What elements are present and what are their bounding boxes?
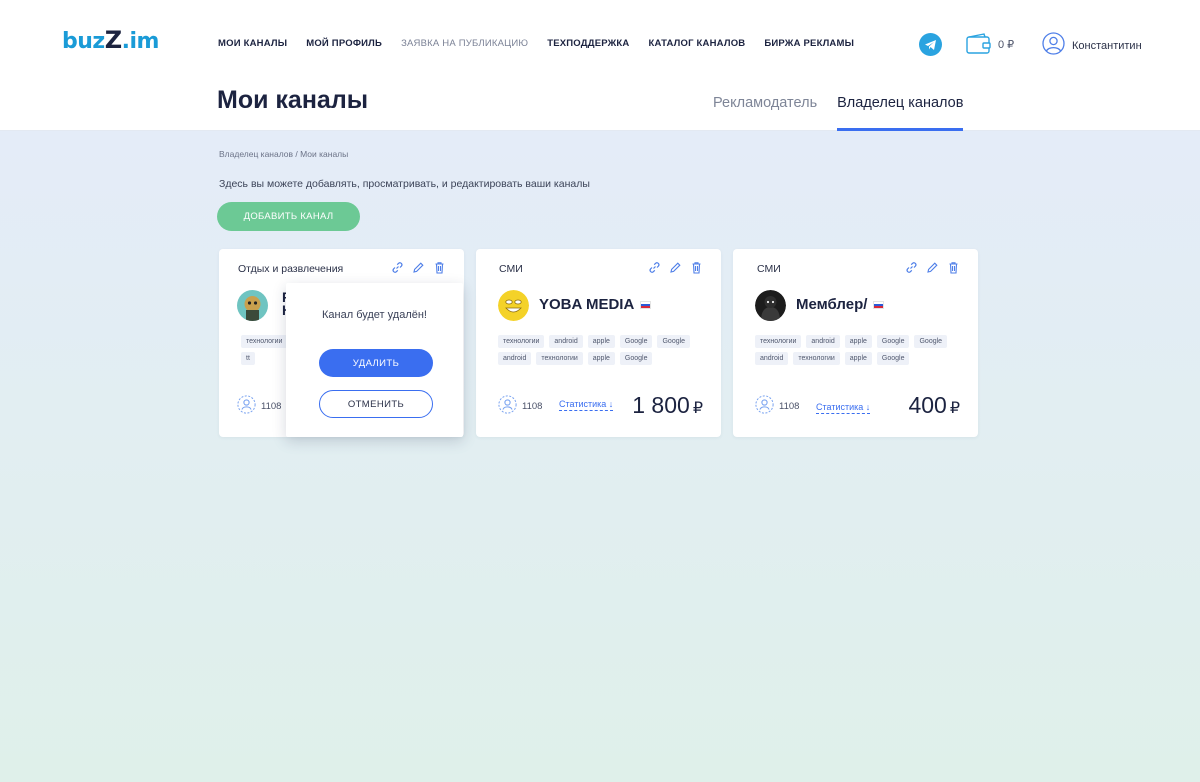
- link-icon[interactable]: [905, 261, 918, 279]
- channel-title: Мемблер/: [796, 296, 868, 313]
- subscribers-count: 1108: [261, 400, 282, 412]
- statistics-toggle[interactable]: Статистика ↓: [816, 402, 871, 414]
- tag: технологии: [793, 352, 840, 365]
- delete-confirm-popup: Канал будет удалён! УДАЛИТЬ ОТМЕНИТЬ: [286, 283, 463, 437]
- link-icon[interactable]: [391, 261, 404, 279]
- price-currency: ₽: [692, 400, 703, 417]
- tag: Google: [657, 335, 691, 348]
- statistics-toggle[interactable]: Статистика ↓: [559, 399, 614, 411]
- channel-title: YOBA MEDIA: [539, 296, 635, 313]
- edit-icon[interactable]: [926, 261, 939, 279]
- tag: Google: [619, 335, 653, 348]
- channel-category: Отдых и развлечения: [238, 263, 344, 275]
- channel-card: СМИ Мемблер/ технологии android apple Go…: [733, 249, 978, 437]
- tab-channel-owner[interactable]: Владелец каналов: [837, 95, 964, 131]
- logo-part-z: Z: [104, 26, 122, 54]
- logo-part-buz: buz: [62, 29, 105, 54]
- cancel-delete-button[interactable]: ОТМЕНИТЬ: [319, 390, 433, 418]
- main-nav: МОИ КАНАЛЫ МОЙ ПРОФИЛЬ ЗАЯВКА НА ПУБЛИКА…: [218, 38, 854, 49]
- telegram-icon[interactable]: [919, 33, 942, 56]
- price-value: 400: [908, 392, 947, 418]
- tag: технологии: [536, 352, 583, 365]
- nav-ad-exchange[interactable]: БИРЖА РЕКЛАМЫ: [764, 38, 854, 49]
- channel-name[interactable]: Мемблер/: [796, 296, 885, 313]
- tag: apple: [587, 352, 615, 365]
- delete-confirm-message: Канал будет удалён!: [322, 309, 427, 321]
- subscribers-icon: [755, 395, 774, 417]
- tag: android: [806, 335, 840, 348]
- tag: tt: [241, 352, 255, 365]
- balance-amount: 0 ₽: [998, 39, 1015, 51]
- edit-icon[interactable]: [669, 261, 682, 279]
- tag: apple: [844, 352, 872, 365]
- tag: android: [549, 335, 583, 348]
- breadcrumb[interactable]: Владелец каналов / Мои каналы: [219, 149, 348, 159]
- nav-my-channels[interactable]: МОИ КАНАЛЫ: [218, 38, 287, 49]
- channel-card: СМИ YOBA MEDIA технологии android apple …: [476, 249, 721, 437]
- channel-avatar: [498, 290, 529, 321]
- tag: Google: [876, 335, 910, 348]
- channel-avatar: [237, 290, 268, 321]
- subscribers-icon: [237, 395, 256, 417]
- subscribers: 1108: [237, 395, 281, 417]
- trash-icon[interactable]: [690, 261, 703, 279]
- tag: android: [498, 352, 532, 365]
- nav-publication-request[interactable]: ЗАЯВКА НА ПУБЛИКАЦИЮ: [401, 38, 528, 49]
- nav-channel-catalog[interactable]: КАТАЛОГ КАНАЛОВ: [648, 38, 745, 49]
- card-actions: [648, 261, 703, 279]
- tag: технологии: [755, 335, 802, 348]
- add-channel-button[interactable]: ДОБАВИТЬ КАНАЛ: [217, 202, 360, 231]
- nav-support[interactable]: ТЕХПОДДЕРЖКА: [547, 38, 629, 49]
- tab-advertiser[interactable]: Рекламодатель: [713, 95, 817, 131]
- price-value: 1 800: [632, 392, 690, 418]
- russia-flag-icon: [640, 300, 652, 309]
- logo[interactable]: buzZ.im: [62, 26, 159, 54]
- subscribers: 1108: [755, 395, 799, 417]
- tag: apple: [844, 335, 872, 348]
- link-icon[interactable]: [648, 261, 661, 279]
- logo-part-im: .im: [121, 29, 160, 54]
- channel-name[interactable]: YOBA MEDIA: [539, 296, 652, 313]
- price-currency: ₽: [949, 400, 960, 417]
- trash-icon[interactable]: [433, 261, 446, 279]
- tag: Google: [619, 352, 653, 365]
- channel-category: СМИ: [757, 263, 781, 275]
- channel-tags: технологии android apple Google Google a…: [498, 335, 703, 365]
- user-icon: [1042, 32, 1065, 60]
- tag: apple: [587, 335, 615, 348]
- channel-category: СМИ: [499, 263, 523, 275]
- card-actions: [391, 261, 446, 279]
- russia-flag-icon: [873, 300, 885, 309]
- channel-tags: технологии android apple Google Google a…: [755, 335, 960, 365]
- channel-price: 1 800 ₽: [632, 392, 703, 419]
- tag: технологии: [498, 335, 545, 348]
- subscribers: 1108: [498, 395, 542, 417]
- top-bar: buzZ.im МОИ КАНАЛЫ МОЙ ПРОФИЛЬ ЗАЯВКА НА…: [0, 0, 1200, 131]
- user-menu[interactable]: Константитин: [1042, 32, 1142, 60]
- tag: Google: [876, 352, 910, 365]
- subscribers-count: 1108: [522, 400, 543, 412]
- edit-icon[interactable]: [412, 261, 425, 279]
- card-actions: [905, 261, 960, 279]
- tag: Google: [914, 335, 948, 348]
- tag: технологии: [241, 335, 288, 348]
- trash-icon[interactable]: [947, 261, 960, 279]
- confirm-delete-button[interactable]: УДАЛИТЬ: [319, 349, 433, 377]
- wallet-icon[interactable]: [966, 33, 992, 60]
- subscribers-icon: [498, 395, 517, 417]
- nav-my-profile[interactable]: МОЙ ПРОФИЛЬ: [306, 38, 382, 49]
- role-tabs: Рекламодатель Владелец каналов: [713, 95, 964, 131]
- subscribers-count: 1108: [779, 400, 800, 412]
- channel-avatar: [755, 290, 786, 321]
- page-title: Мои каналы: [217, 86, 369, 114]
- user-name: Константитин: [1072, 40, 1142, 52]
- page-description: Здесь вы можете добавлять, просматривать…: [219, 178, 590, 190]
- channel-price: 400 ₽: [908, 392, 960, 419]
- tag: android: [755, 352, 789, 365]
